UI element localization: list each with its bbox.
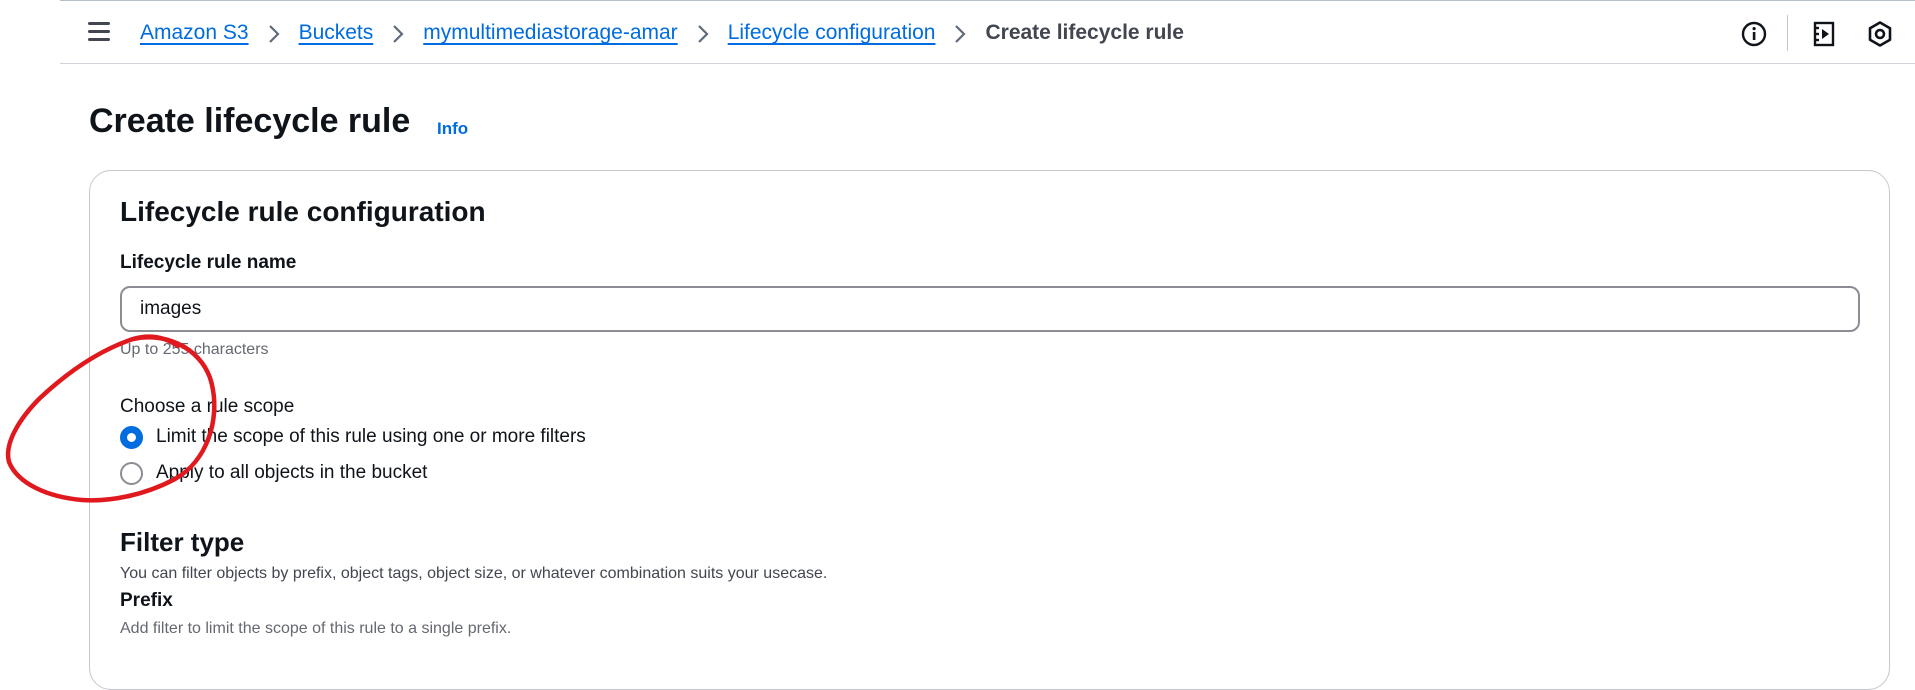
chevron-right-icon [373,20,423,46]
radio-selected-icon[interactable] [120,425,143,449]
header-divider [1787,15,1788,51]
page-title: Create lifecycle rule [89,102,411,140]
scope-option-all-objects[interactable]: Apply to all objects in the bucket [120,460,427,486]
breadcrumb-bucket[interactable]: mymultimediastorage-amar [423,21,677,45]
rule-name-constraint: Up to 255 characters [120,341,269,358]
filter-type-title: Filter type [120,527,245,557]
breadcrumb-amazon-s3[interactable]: Amazon S3 [140,21,249,45]
settings-icon[interactable] [1866,20,1894,48]
chevron-right-icon [249,20,299,46]
breadcrumb-buckets[interactable]: Buckets [299,21,374,45]
scope-option-label: Apply to all objects in the bucket [156,462,428,483]
menu-icon[interactable] [88,22,110,42]
rule-name-input[interactable] [120,286,1860,332]
rule-name-label: Lifecycle rule name [120,252,297,273]
top-navigation-bar: Amazon S3 Buckets mymultimediastorage-am… [60,0,1915,64]
scope-option-limit[interactable]: Limit the scope of this rule using one o… [120,424,586,450]
info-link[interactable]: Info [437,119,468,139]
prefix-label: Prefix [120,590,173,611]
notifications-icon[interactable] [1810,20,1838,48]
prefix-description: Add filter to limit the scope of this ru… [120,620,512,637]
rule-scope-label: Choose a rule scope [120,396,295,417]
breadcrumb-current: Create lifecycle rule [985,21,1184,44]
breadcrumb-lifecycle-configuration[interactable]: Lifecycle configuration [728,21,936,45]
chevron-right-icon [935,20,985,46]
filter-type-description: You can filter objects by prefix, object… [120,565,828,582]
info-icon[interactable] [1740,20,1768,48]
chevron-right-icon [678,20,728,46]
scope-option-label: Limit the scope of this rule using one o… [156,426,586,447]
breadcrumb: Amazon S3 Buckets mymultimediastorage-am… [140,19,1184,47]
radio-unselected-icon[interactable] [120,461,143,485]
panel-title: Lifecycle rule configuration [120,196,486,227]
